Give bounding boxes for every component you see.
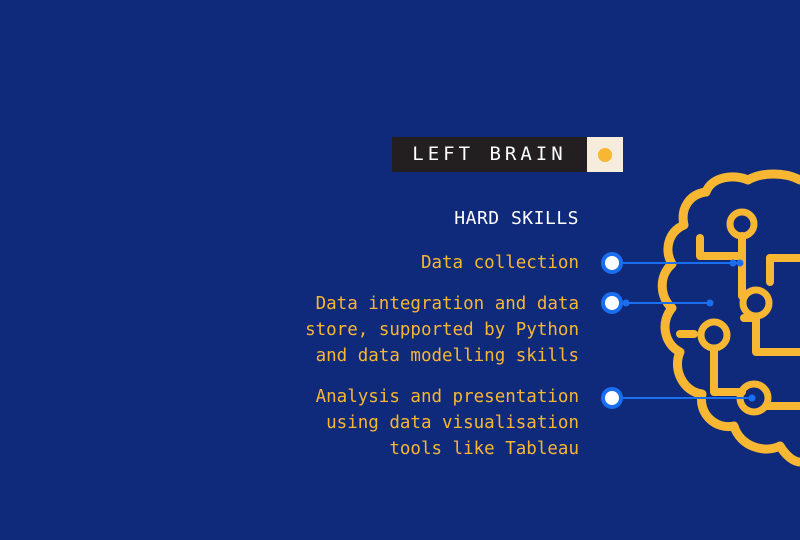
skill-item: Analysis and presentation using data vis… <box>316 384 579 462</box>
circuit-node-icon <box>697 318 731 352</box>
ring-node-icon <box>601 387 623 409</box>
ring-node-icon <box>601 292 623 314</box>
skill-line: Analysis and presentation <box>315 387 579 407</box>
infographic-canvas: LEFT BRAIN HARD SKILLS Data collection D… <box>0 0 800 540</box>
skill-line: Data integration and data <box>315 294 579 314</box>
badge-label: LEFT BRAIN <box>392 137 587 172</box>
skill-line: store, supported by Python <box>305 320 579 340</box>
badge-dot-container <box>587 137 623 172</box>
connector-markers <box>601 252 623 409</box>
skill-line: and data modelling skills <box>315 346 579 366</box>
left-brain-badge: LEFT BRAIN <box>392 137 623 172</box>
skill-item: Data collection <box>421 250 579 276</box>
skill-line: tools like Tableau <box>389 439 579 459</box>
ring-node-icon <box>601 252 623 274</box>
skill-line: using data visualisation <box>326 413 579 433</box>
skill-item: Data integration and data store, support… <box>305 291 579 369</box>
section-heading: HARD SKILLS <box>454 208 579 229</box>
yellow-dot-icon <box>598 147 612 162</box>
circuit-node-icon <box>739 286 773 320</box>
skill-line: Data collection <box>420 253 579 273</box>
